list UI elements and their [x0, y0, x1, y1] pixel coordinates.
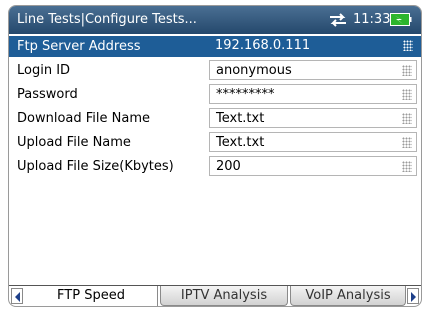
ftp-server-address-field[interactable]: 192.168.0.111 [209, 36, 417, 56]
title-bar: Line Tests|Configure Tests... 11:33 [9, 6, 421, 34]
keypad-icon[interactable] [402, 161, 412, 172]
tab-iptv-analysis[interactable]: IPTV Analysis [160, 286, 288, 306]
tab-scroll-right-button[interactable] [407, 288, 419, 304]
row-label: Login ID [17, 63, 71, 78]
keypad-icon[interactable] [402, 113, 412, 124]
arrow-right-icon [411, 292, 416, 302]
keypad-icon[interactable] [402, 65, 412, 76]
row-label: Ftp Server Address [17, 39, 141, 54]
form-row-login-id[interactable]: Login ID anonymous [9, 60, 421, 81]
battery-icon [390, 13, 412, 26]
field-value: anonymous [216, 63, 292, 78]
arrow-left-icon [15, 292, 20, 302]
row-label: Upload File Name [17, 135, 131, 150]
row-label: Password [17, 87, 78, 102]
form-row-ftp-server-address[interactable]: Ftp Server Address 192.168.0.111 [9, 36, 421, 57]
field-value: 192.168.0.111 [215, 38, 311, 53]
tab-scroll-left-button[interactable] [11, 288, 23, 304]
field-value: ********* [216, 87, 275, 102]
form-row-upload-file-name[interactable]: Upload File Name Text.txt [9, 132, 421, 153]
download-file-name-field[interactable]: Text.txt [209, 108, 417, 128]
field-value: Text.txt [216, 135, 265, 150]
tab-ftp-speed[interactable]: FTP Speed [25, 286, 158, 306]
field-value: Text.txt [216, 111, 265, 126]
page-title: Line Tests|Configure Tests... [17, 12, 197, 27]
keypad-icon[interactable] [403, 40, 413, 51]
row-label: Download File Name [17, 111, 150, 126]
app-window: Line Tests|Configure Tests... 11:33 Ftp … [8, 5, 422, 307]
tab-bar: FTP Speed IPTV Analysis VoIP Analysis [9, 285, 421, 306]
password-field[interactable]: ********* [209, 84, 417, 104]
tab-voip-analysis[interactable]: VoIP Analysis [290, 286, 406, 306]
network-icon [330, 13, 346, 27]
field-value: 200 [216, 159, 241, 174]
form-row-download-file-name[interactable]: Download File Name Text.txt [9, 108, 421, 129]
keypad-icon[interactable] [402, 137, 412, 148]
login-id-field[interactable]: anonymous [209, 60, 417, 80]
keypad-icon[interactable] [402, 89, 412, 100]
upload-file-name-field[interactable]: Text.txt [209, 132, 417, 152]
form-row-password[interactable]: Password ********* [9, 84, 421, 105]
clock: 11:33 [353, 12, 391, 27]
row-label: Upload File Size(Kbytes) [17, 159, 174, 174]
form-row-upload-file-size[interactable]: Upload File Size(Kbytes) 200 [9, 156, 421, 177]
upload-file-size-field[interactable]: 200 [209, 156, 417, 176]
